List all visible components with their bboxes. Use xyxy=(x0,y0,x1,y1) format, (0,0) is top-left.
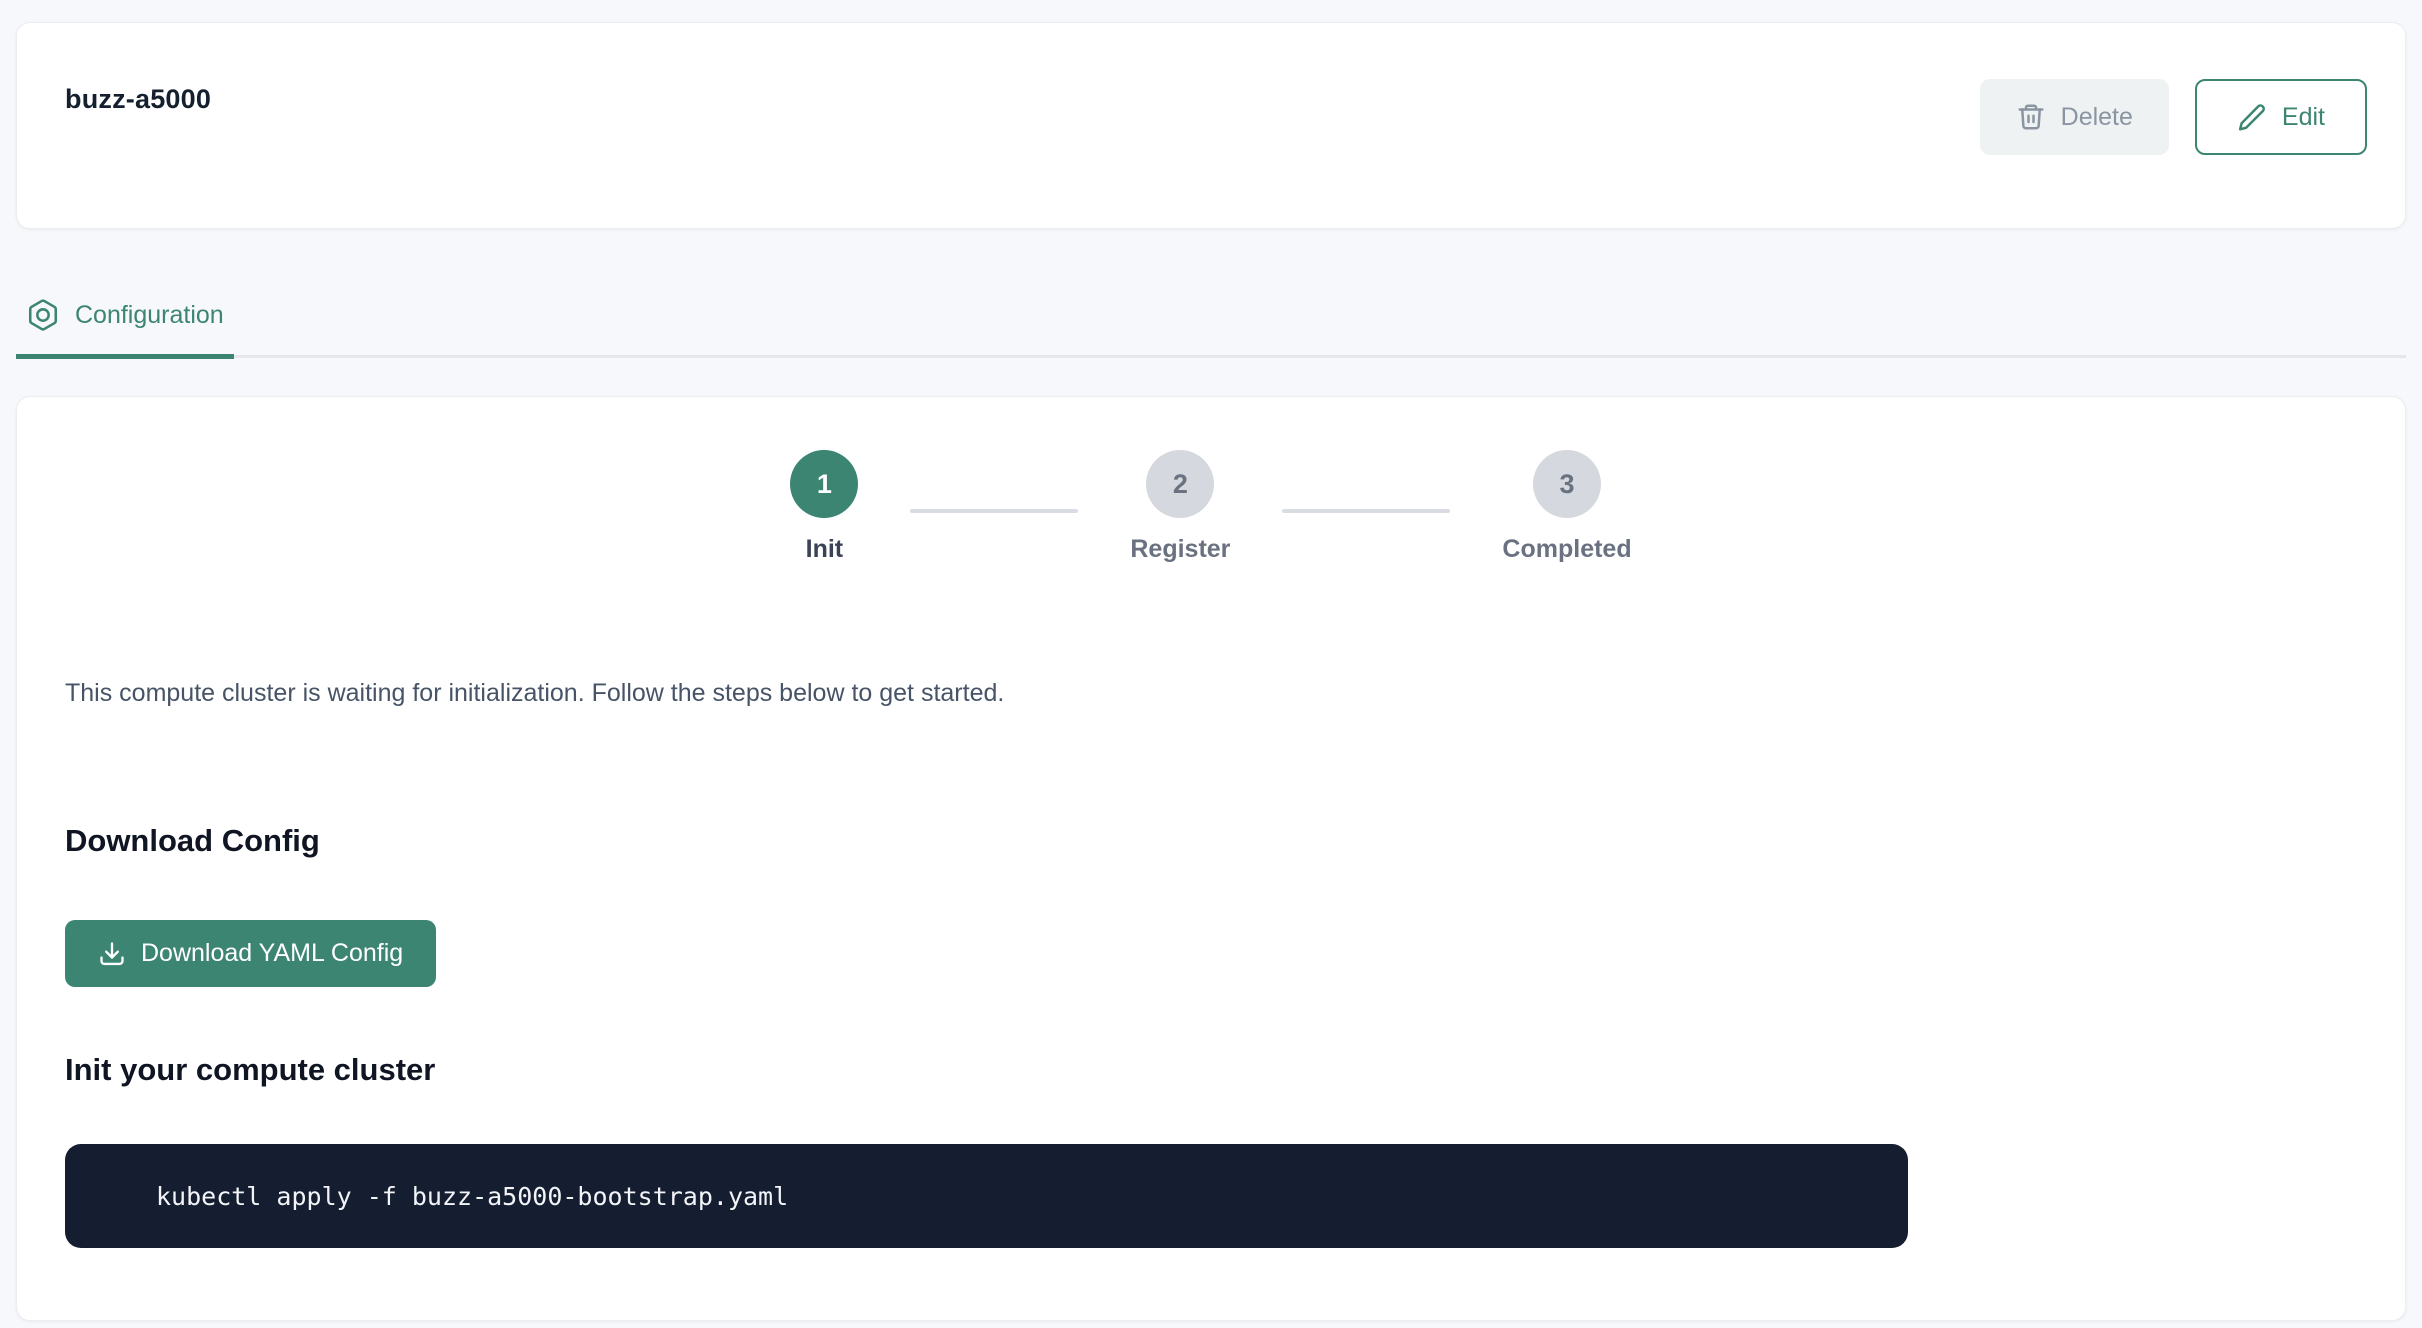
page: buzz-a5000 Delete xyxy=(0,0,2422,1321)
step-label-init: Init xyxy=(806,534,844,564)
edit-button[interactable]: Edit xyxy=(2195,79,2367,155)
step-number: 2 xyxy=(1173,469,1188,500)
tab-bar: Configuration xyxy=(16,293,2406,358)
stepper-step-register: 2 Register xyxy=(1130,450,1230,564)
stepper-connector-1 xyxy=(910,509,1078,513)
configuration-panel: 1 Init 2 Register 3 Completed This compu… xyxy=(16,396,2406,1321)
cluster-header-card: buzz-a5000 Delete xyxy=(16,22,2406,229)
init-cluster-heading: Init your compute cluster xyxy=(65,1051,2357,1089)
tab-configuration[interactable]: Configuration xyxy=(16,293,234,359)
trash-icon xyxy=(2016,102,2046,132)
step-label-register: Register xyxy=(1130,534,1230,564)
tab-configuration-label: Configuration xyxy=(75,293,224,337)
delete-button[interactable]: Delete xyxy=(1980,79,2169,155)
step-number: 3 xyxy=(1560,469,1575,500)
stepper-connector-2 xyxy=(1282,509,1450,513)
kubectl-command: kubectl apply -f buzz-a5000-bootstrap.ya… xyxy=(156,1182,788,1211)
command-code-block: kubectl apply -f buzz-a5000-bootstrap.ya… xyxy=(65,1144,1908,1248)
step-circle-2: 2 xyxy=(1146,450,1214,518)
step-number: 1 xyxy=(817,469,832,500)
download-config-heading: Download Config xyxy=(65,822,2357,860)
stepper-step-init: 1 Init xyxy=(790,450,858,564)
edit-button-label: Edit xyxy=(2282,103,2325,132)
step-label-completed: Completed xyxy=(1502,534,1631,564)
download-yaml-config-button[interactable]: Download YAML Config xyxy=(65,920,436,987)
download-yaml-config-label: Download YAML Config xyxy=(141,939,403,968)
step-circle-1: 1 xyxy=(790,450,858,518)
cluster-name-title: buzz-a5000 xyxy=(65,84,211,115)
init-instructions-text: This compute cluster is waiting for init… xyxy=(65,678,2357,708)
step-circle-3: 3 xyxy=(1533,450,1601,518)
stepper-step-completed: 3 Completed xyxy=(1502,450,1631,564)
delete-button-label: Delete xyxy=(2061,103,2133,132)
pencil-icon xyxy=(2237,102,2267,132)
download-icon xyxy=(98,940,126,968)
header-actions: Delete Edit xyxy=(1980,79,2367,155)
configuration-icon xyxy=(26,298,60,332)
stepper: 1 Init 2 Register 3 Completed xyxy=(65,397,2357,564)
